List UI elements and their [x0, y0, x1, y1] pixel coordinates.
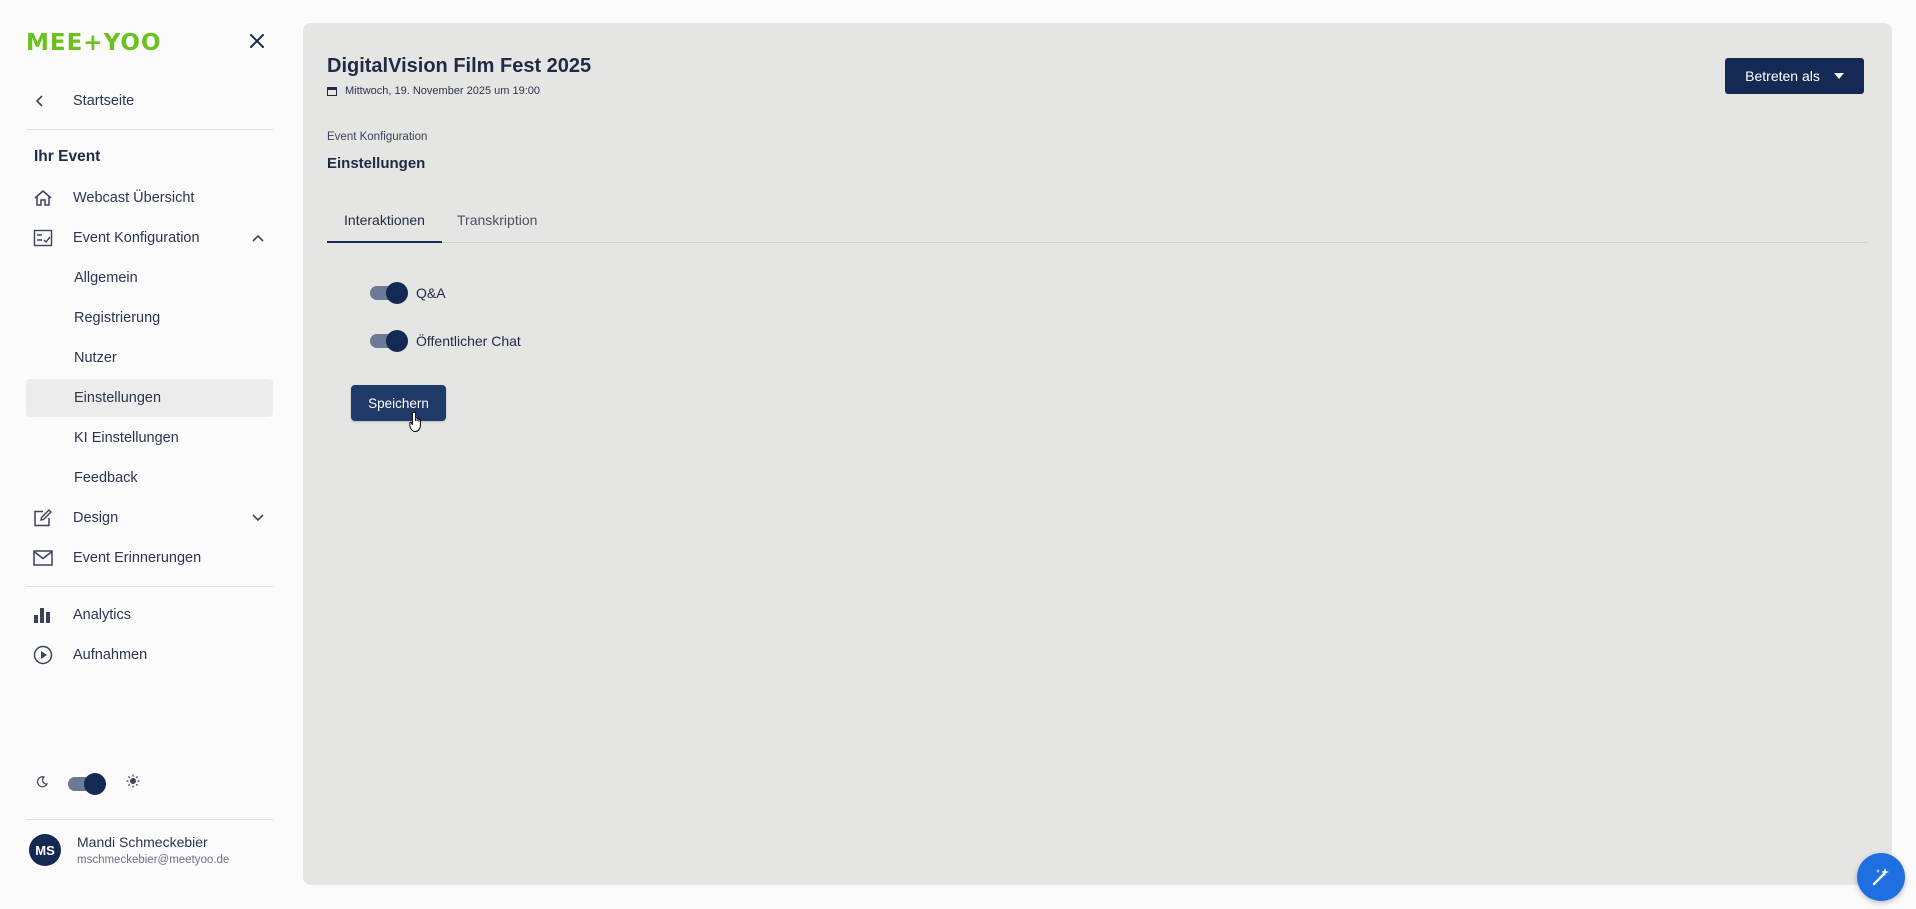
- sidebar-subitem-registration[interactable]: Registrierung: [26, 299, 273, 337]
- sidebar-subitem-label: Registrierung: [74, 310, 161, 326]
- sidebar-item-design[interactable]: Design: [26, 499, 273, 537]
- sidebar-subitem-ai-settings[interactable]: KI Einstellungen: [26, 419, 273, 457]
- divider: [26, 586, 273, 587]
- meetyoo-logo: MEE+YOO: [26, 30, 162, 56]
- tab-transcription[interactable]: Transkription: [457, 206, 567, 243]
- checklist-icon: [26, 229, 66, 247]
- sidebar-item-recordings[interactable]: Aufnahmen: [26, 636, 273, 674]
- user-email: mschmeckebier@meetyoo.de: [77, 854, 230, 866]
- sun-icon: [126, 774, 140, 793]
- chevron-left-icon: [26, 94, 66, 108]
- sidebar-item-analytics[interactable]: Analytics: [26, 596, 273, 634]
- switch-knob: [386, 330, 408, 352]
- sidebar-subitem-label: KI Einstellungen: [74, 430, 179, 446]
- mail-icon: [26, 550, 66, 566]
- switch-knob: [386, 282, 408, 304]
- tab-bar: Interaktionen Transkription: [327, 206, 1868, 243]
- public-chat-switch[interactable]: [370, 330, 408, 352]
- sidebar-item-label: Event Konfiguration: [73, 230, 200, 246]
- tab-label: Transkription: [457, 212, 538, 228]
- page-title: Einstellungen: [327, 155, 426, 172]
- wand-icon: [1872, 868, 1889, 886]
- qa-label: Q&A: [416, 285, 446, 301]
- avatar: MS: [29, 834, 61, 866]
- back-to-home-link[interactable]: Startseite: [26, 82, 273, 120]
- theme-switch[interactable]: [68, 772, 106, 795]
- enter-as-button[interactable]: Betreten als: [1725, 58, 1864, 94]
- public-chat-label: Öffentlicher Chat: [416, 333, 521, 349]
- caret-down-icon: [1833, 73, 1844, 79]
- divider: [26, 819, 273, 820]
- sidebar-subitem-feedback[interactable]: Feedback: [26, 459, 273, 497]
- user-info: Mandi Schmeckebier mschmeckebier@meetyoo…: [77, 834, 229, 866]
- sidebar-item-label: Webcast Übersicht: [73, 190, 195, 206]
- sidebar-subitem-label: Nutzer: [74, 350, 117, 366]
- play-circle-icon: [26, 645, 66, 665]
- sidebar-item-label: Design: [73, 510, 119, 526]
- sidebar-subitem-label: Einstellungen: [74, 390, 162, 406]
- back-label: Startseite: [73, 93, 135, 109]
- assistant-fab-button[interactable]: [1857, 853, 1905, 901]
- divider: [26, 129, 273, 130]
- switch-knob: [84, 772, 106, 795]
- qa-toggle-row: Q&A: [370, 282, 446, 304]
- event-date: Mittwoch, 19. November 2025 um 19:00: [327, 85, 540, 97]
- sidebar-subitem-label: Allgemein: [74, 270, 138, 286]
- sidebar: MEE+YOO Startseite Ihr Event Webcast Übe…: [0, 0, 302, 909]
- sidebar-item-webcast-overview[interactable]: Webcast Übersicht: [26, 179, 273, 217]
- close-sidebar-button[interactable]: [244, 28, 270, 54]
- sidebar-item-label: Event Erinnerungen: [73, 550, 202, 566]
- tab-interactions[interactable]: Interaktionen: [327, 206, 442, 243]
- save-button[interactable]: Speichern: [351, 385, 446, 421]
- sidebar-item-label: Analytics: [73, 607, 132, 623]
- sidebar-subitem-settings[interactable]: Einstellungen: [26, 379, 273, 417]
- sidebar-item-event-configuration[interactable]: Event Konfiguration: [26, 219, 273, 257]
- breadcrumb: Event Konfiguration: [327, 131, 428, 143]
- theme-toggle-row: [36, 772, 140, 795]
- event-date-text: Mittwoch, 19. November 2025 um 19:00: [345, 85, 541, 97]
- close-icon: [250, 34, 264, 48]
- public-chat-toggle-row: Öffentlicher Chat: [370, 330, 521, 352]
- sidebar-item-event-reminders[interactable]: Event Erinnerungen: [26, 539, 273, 577]
- sidebar-item-label: Aufnahmen: [73, 647, 148, 663]
- section-title: Ihr Event: [34, 148, 101, 165]
- moon-icon: [36, 775, 49, 793]
- tab-label: Interaktionen: [344, 212, 425, 228]
- home-icon: [26, 189, 66, 207]
- main-panel: DigitalVision Film Fest 2025 Mittwoch, 1…: [303, 23, 1892, 885]
- chevron-down-icon[interactable]: [243, 513, 273, 523]
- sidebar-subitem-users[interactable]: Nutzer: [26, 339, 273, 377]
- user-profile[interactable]: MS Mandi Schmeckebier mschmeckebier@meet…: [29, 834, 229, 866]
- sidebar-subitem-general[interactable]: Allgemein: [26, 259, 273, 297]
- chevron-up-icon[interactable]: [243, 233, 273, 243]
- hand-cursor-icon: [409, 411, 427, 438]
- bar-chart-icon: [26, 606, 66, 624]
- enter-as-label: Betreten als: [1745, 68, 1820, 84]
- sidebar-subitem-label: Feedback: [74, 470, 138, 486]
- user-name: Mandi Schmeckebier: [77, 834, 208, 850]
- qa-switch[interactable]: [370, 282, 408, 304]
- edit-icon: [26, 509, 66, 527]
- calendar-icon: [327, 86, 337, 96]
- event-title: DigitalVision Film Fest 2025: [327, 55, 592, 77]
